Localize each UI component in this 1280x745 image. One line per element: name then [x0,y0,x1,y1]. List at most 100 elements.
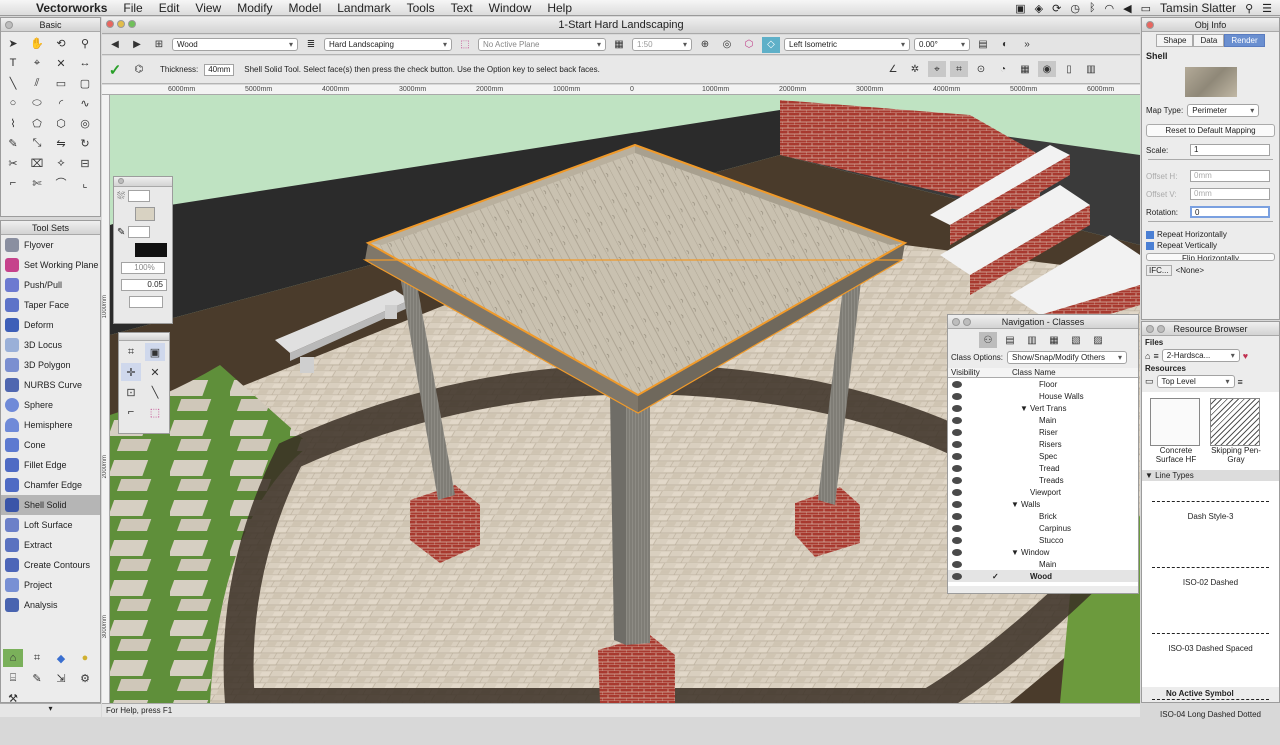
class-disclosure-icon[interactable]: ▼ [1011,548,1019,557]
eyedropper-tool-icon[interactable]: ✎ [3,134,23,152]
spotlight-search-icon[interactable]: ⚲ [1245,2,1253,15]
snap-surface-icon[interactable]: ▥ [1082,61,1100,77]
snap-angle-icon[interactable]: ∠ [884,61,902,77]
trim-tool-icon[interactable]: ✄ [27,174,47,192]
fill-style-swatch[interactable] [128,190,150,202]
rb-close-button[interactable] [1146,325,1154,333]
snap-to-grid-icon[interactable]: ⌗ [121,343,141,361]
visibility-eye-icon[interactable] [952,500,962,508]
tool-deform[interactable]: Deform [1,315,100,335]
nav-classes-icon[interactable]: ⚇ [979,332,997,348]
menu-file[interactable]: File [115,0,150,16]
snap-to-distance-icon[interactable]: ✕ [145,363,165,381]
class-row[interactable]: ▼ Vert Trans [948,402,1138,414]
regular-polygon-tool-icon[interactable]: ⬡ [51,114,71,132]
back-arrow-icon[interactable]: ◀ [106,37,124,53]
bluetooth-icon[interactable]: ᛒ [1089,2,1096,14]
layer-dropdown[interactable]: Hard Landscaping [324,38,452,51]
visibility-column-header[interactable]: Visibility [948,368,1012,377]
class-options-dropdown[interactable]: Show/Snap/Modify Others [1007,351,1128,364]
line-type-field[interactable] [129,296,163,308]
class-row[interactable]: Carpinus [948,522,1138,534]
pen-style-swatch[interactable] [128,226,151,238]
thickness-input[interactable]: 40mm [204,63,235,76]
tool-fillet-edge[interactable]: Fillet Edge [1,455,100,475]
flip-horizontally-button[interactable]: Flip Horizontally [1146,253,1275,261]
snap-distance-icon[interactable]: ◔ [994,61,1012,77]
resource-skipping-pen[interactable]: Skipping Pen-Gray [1210,398,1262,464]
annotation-toolset-icon[interactable]: ● [75,649,95,667]
spiral-tool-icon[interactable]: ◎ [75,114,95,132]
menu-text[interactable]: Text [443,0,481,16]
plane-icon[interactable]: ⬚ [456,37,474,53]
resource-concrete[interactable]: Concrete Surface HF [1150,398,1202,464]
snap-to-object-icon[interactable]: ▣ [145,343,165,361]
scale-field[interactable]: 1:50 [632,38,692,51]
palette-close-button[interactable] [5,21,13,29]
zoom-icon[interactable]: ⊕ [696,37,714,53]
furniture-toolset-icon[interactable]: ⌸ [3,669,23,687]
resource-menu-icon[interactable]: ≡ [1238,377,1243,387]
double-line-tool-icon[interactable]: ⫽ [27,74,47,92]
menu-help[interactable]: Help [539,0,580,16]
expand-icon[interactable]: ▾ [48,704,52,713]
zoom-tool-icon[interactable]: ⚲ [75,34,95,52]
selection-tool-icon[interactable]: ➤ [3,34,23,52]
nav-min-button[interactable] [963,318,971,326]
snap-intersect-icon[interactable]: ⊙ [972,61,990,77]
visibility-eye-icon[interactable] [952,572,962,580]
sync-icon[interactable]: ⟳ [1052,2,1061,15]
nav-viewports-icon[interactable]: ▧ [1067,332,1085,348]
nav-layers-icon[interactable]: ▤ [1001,332,1019,348]
nav-close-button[interactable] [952,318,960,326]
fillet-tool-icon[interactable]: ⌒ [51,174,71,192]
reshape-tool-icon[interactable]: ⟡ [51,154,71,172]
x-mark-icon[interactable]: ✕ [51,54,71,72]
polyline-tool-icon[interactable]: ⌇ [3,114,23,132]
dropbox-icon[interactable]: ◈ [1035,2,1043,15]
opacity-field[interactable]: 100% [121,262,165,274]
class-row[interactable]: ▼ Window [948,546,1138,558]
class-row[interactable]: Main [948,558,1138,570]
scale-input[interactable]: 1 [1190,144,1270,156]
plane-mode-icon[interactable]: ⬡ [740,37,758,53]
visibility-eye-icon[interactable] [952,548,962,556]
visualization-toolset-icon[interactable]: ⚙ [75,669,95,687]
menu-app-name[interactable]: Vectorworks [24,0,115,16]
favorite-icon[interactable]: ♥ [1243,351,1248,361]
visibility-eye-icon[interactable] [952,488,962,496]
offset-v-input[interactable]: 0mm [1190,188,1270,200]
visibility-eye-icon[interactable] [952,476,962,484]
line-type-item[interactable]: ISO-02 Dashed [1142,567,1279,619]
ifc-button[interactable]: IFC... [1146,265,1172,276]
minimize-button[interactable] [117,20,125,28]
class-row[interactable]: Riser [948,426,1138,438]
menu-view[interactable]: View [187,0,229,16]
rounded-rect-tool-icon[interactable]: ▢ [75,74,95,92]
time-machine-icon[interactable]: ◷ [1070,2,1080,15]
menu-model[interactable]: Model [281,0,330,16]
snap-grid-icon[interactable]: ▦ [1016,61,1034,77]
class-row[interactable]: Treads [948,474,1138,486]
file-home-icon[interactable]: ⌂ [1145,351,1150,361]
more-icon[interactable]: » [1018,37,1036,53]
snap-settings-icon[interactable]: ✲ [906,61,924,77]
dimension-tool-icon[interactable]: ↔ [75,54,95,72]
connect-tool-icon[interactable]: ⌐ [3,174,23,192]
tab-shape[interactable]: Shape [1156,34,1194,47]
detailing-toolset-icon[interactable]: ✎ [27,669,47,687]
snap-to-intersection-icon[interactable]: ✛ [121,363,141,381]
fill-color-swatch[interactable] [135,207,155,221]
snap-object-icon[interactable]: ⌖ [928,61,946,77]
visibility-eye-icon[interactable] [952,404,962,412]
tool-loft-surface[interactable]: Loft Surface [1,515,100,535]
class-row[interactable]: Viewport [948,486,1138,498]
close-button[interactable] [106,20,114,28]
snap-point-icon[interactable]: ◉ [1038,61,1056,77]
line-type-item[interactable]: ISO-04 Long Dashed Dotted [1142,699,1279,745]
split-tool-icon[interactable]: ✂ [3,154,23,172]
shell-mode-icon[interactable]: ⌬ [130,62,148,78]
class-row[interactable]: Brick [948,510,1138,522]
line-type-item[interactable]: ISO-03 Dashed Spaced [1142,633,1279,685]
angle-field[interactable]: 0.00° [914,38,970,51]
